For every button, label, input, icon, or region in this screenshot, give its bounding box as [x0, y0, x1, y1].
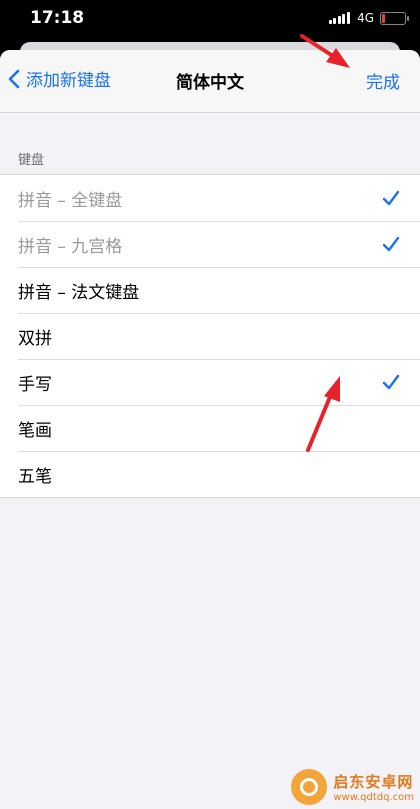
keyboard-row[interactable]: 双拼 [0, 313, 420, 359]
keyboard-row-label: 拼音 – 九宫格 [18, 236, 123, 257]
keyboard-row-label: 双拼 [18, 328, 52, 349]
navigation-bar: 添加新键盘 简体中文 完成 [0, 50, 420, 113]
checkmark-icon [382, 374, 400, 390]
keyboard-row-label: 五笔 [18, 466, 52, 487]
done-button[interactable]: 完成 [366, 68, 400, 93]
back-button-label: 添加新键盘 [26, 71, 111, 91]
keyboard-row[interactable]: 手写 [0, 359, 420, 405]
watermark-url: www.qdtdq.com [333, 792, 414, 803]
back-button[interactable]: 添加新键盘 [8, 66, 111, 91]
signal-bars-icon [328, 12, 352, 24]
watermark-logo-icon [291, 769, 328, 805]
status-indicators: 4G [328, 11, 409, 25]
keyboard-row-label: 拼音 – 全键盘 [18, 190, 123, 211]
keyboard-row[interactable]: 笔画 [0, 405, 420, 451]
keyboard-row-label: 拼音 – 法文键盘 [18, 282, 140, 303]
checkmark-icon [382, 190, 400, 206]
watermark-title: 启东安卓网 [333, 773, 414, 791]
keyboard-row-label: 手写 [18, 374, 52, 395]
status-bar: 17:18 4G [0, 0, 420, 40]
battery-low-icon [380, 11, 409, 25]
network-type: 4G [357, 11, 374, 25]
watermark: 启东安卓网 www.qdtdq.com [291, 769, 414, 805]
chevron-left-icon [8, 69, 20, 88]
keyboard-row-label: 笔画 [18, 420, 52, 441]
section-header: 键盘 [18, 153, 45, 168]
keyboard-list: 拼音 – 全键盘 拼音 – 九宫格 拼音 – 法文键盘 双拼手写笔画五笔 [0, 174, 420, 498]
keyboard-row[interactable]: 拼音 – 九宫格 [0, 221, 420, 267]
keyboard-settings-sheet: 添加新键盘 简体中文 完成 键盘 拼音 – 全键盘 拼音 – 九宫格 拼音 – 法文… [0, 50, 420, 809]
status-time: 17:18 [30, 8, 85, 28]
keyboard-row[interactable]: 拼音 – 法文键盘 [0, 267, 420, 313]
keyboard-row[interactable]: 五笔 [0, 451, 420, 497]
checkmark-icon [382, 236, 400, 252]
keyboard-row[interactable]: 拼音 – 全键盘 [0, 175, 420, 221]
